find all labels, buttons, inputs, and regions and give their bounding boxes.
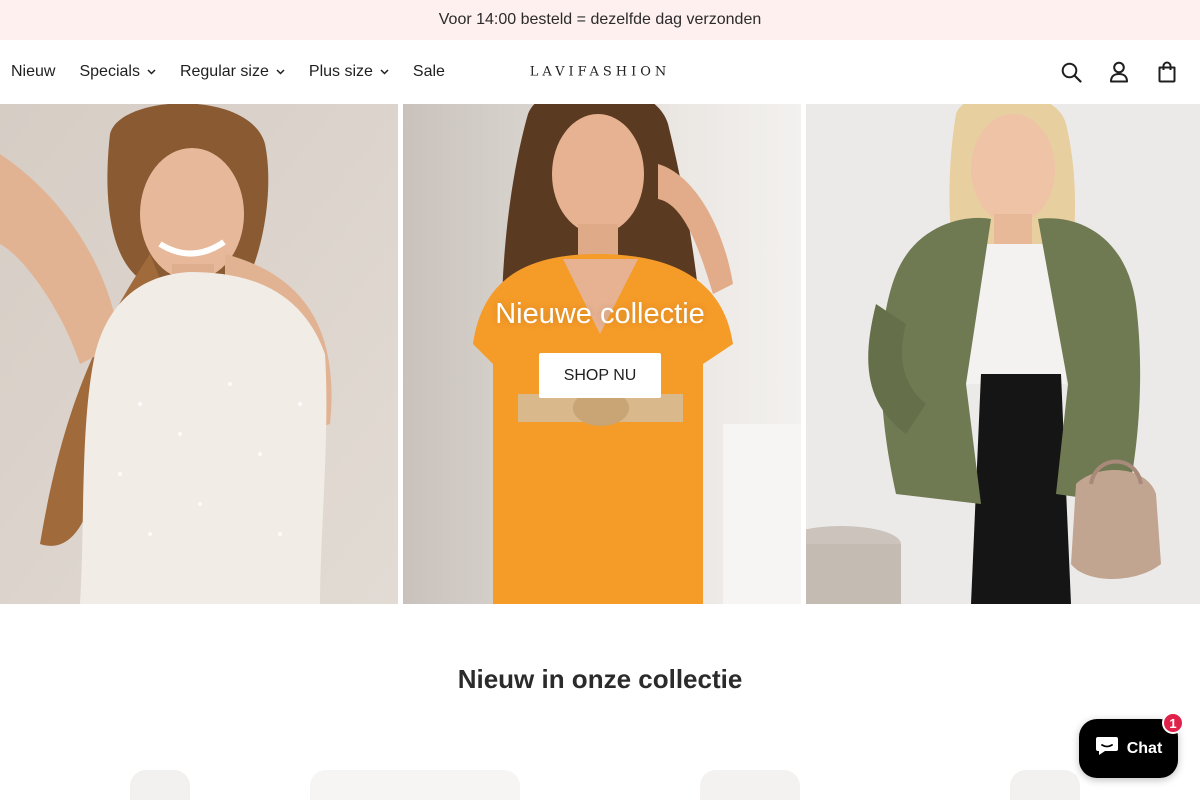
nav-item-plus-size[interactable]: Plus size	[309, 63, 389, 81]
product-card-image[interactable]	[310, 770, 520, 800]
nav-item-label: Specials	[79, 63, 140, 80]
main-nav: Nieuw Specials Regular size Plus size Sa…	[11, 63, 469, 81]
search-icon[interactable]	[1060, 61, 1082, 83]
site-header: Nieuw Specials Regular size Plus size Sa…	[0, 40, 1200, 104]
product-grid-preview	[0, 764, 1200, 800]
hero-banner: Nieuwe collectie SHOP NU	[0, 104, 1200, 604]
nav-item-sale[interactable]: Sale	[413, 63, 445, 81]
hero-image-white-top[interactable]	[0, 104, 398, 604]
hero-image-green-blazer[interactable]	[806, 104, 1200, 604]
nav-item-specials[interactable]: Specials	[79, 63, 156, 81]
header-icons	[1060, 40, 1178, 104]
announcement-bar: Voor 14:00 besteld = dezelfde dag verzon…	[0, 0, 1200, 40]
shop-now-button[interactable]: SHOP NU	[539, 353, 661, 398]
chevron-down-icon	[147, 69, 156, 75]
chevron-down-icon	[380, 69, 389, 75]
chat-label: Chat	[1126, 739, 1163, 757]
chevron-down-icon	[276, 69, 285, 75]
product-card-image[interactable]	[130, 770, 190, 800]
cart-icon[interactable]	[1156, 61, 1178, 83]
account-icon[interactable]	[1108, 61, 1130, 83]
announcement-text: Voor 14:00 besteld = dezelfde dag verzon…	[438, 11, 762, 28]
nav-item-label: Plus size	[308, 63, 373, 80]
nav-item-label: Regular size	[179, 63, 269, 80]
site-logo[interactable]: LAVIFASHION	[530, 65, 671, 80]
nav-item-label: Nieuw	[11, 63, 56, 80]
nav-item-label: Sale	[412, 63, 445, 80]
chat-notification-badge: 1	[1162, 712, 1184, 734]
nav-item-nieuw[interactable]: Nieuw	[11, 63, 55, 81]
section-title: Nieuw in onze collectie	[457, 664, 743, 694]
nav-item-regular-size[interactable]: Regular size	[180, 63, 285, 81]
product-card-image[interactable]	[1010, 770, 1080, 800]
product-card-image[interactable]	[700, 770, 800, 800]
chat-icon	[1095, 735, 1119, 762]
